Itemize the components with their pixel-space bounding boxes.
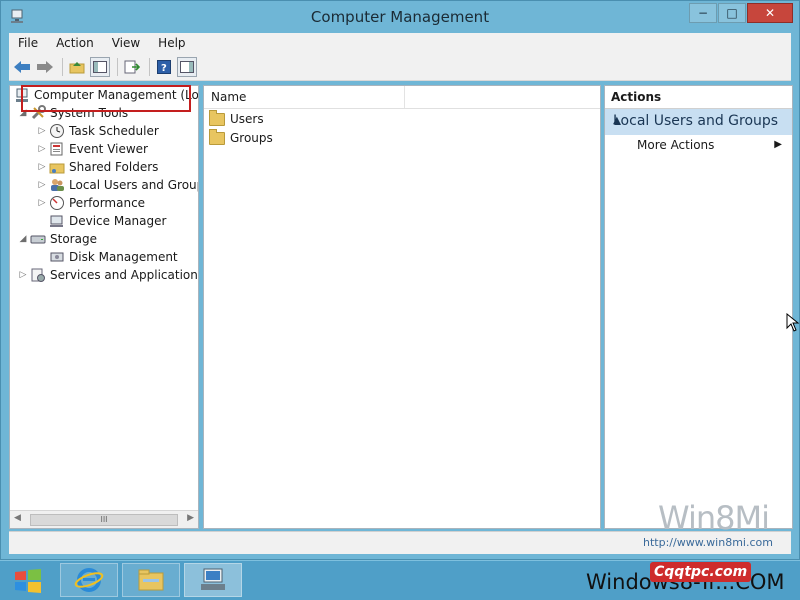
tree-item-label: Disk Management (69, 250, 178, 264)
shared-folder-icon (49, 159, 65, 175)
menu-action[interactable]: Action (47, 36, 103, 50)
help-icon[interactable]: ? (154, 57, 174, 77)
services-icon (30, 267, 46, 283)
column-divider[interactable] (404, 86, 405, 108)
actions-header: Actions (605, 86, 792, 109)
collapse-up-icon[interactable]: ▲ (613, 115, 784, 126)
close-button[interactable]: ✕ (747, 3, 793, 23)
show-hide-action-pane-icon[interactable] (177, 56, 197, 77)
performance-gauge-icon (49, 195, 65, 211)
taskbar-file-explorer[interactable] (122, 563, 180, 597)
list-item-groups[interactable]: Groups (209, 128, 273, 147)
toolbar: ? (9, 53, 791, 81)
menu-bar: File Action View Help (9, 33, 791, 53)
highlight-box (21, 85, 191, 112)
mouse-cursor-icon (786, 313, 800, 332)
tree-item-storage[interactable]: ◢ Storage (18, 230, 97, 248)
watermark-url: http://www.win8mi.com (643, 536, 773, 549)
event-viewer-icon (49, 141, 65, 157)
internet-explorer-icon (74, 568, 104, 592)
submenu-arrow-icon[interactable]: ▶ (774, 139, 782, 150)
scrollbar-thumb[interactable]: III (30, 514, 178, 526)
window-title: Computer Management (310, 8, 490, 26)
actions-pane: Actions Local Users and Groups ▲ More Ac… (604, 85, 793, 529)
list-item-label: Groups (230, 131, 273, 145)
up-folder-icon[interactable] (67, 57, 87, 77)
taskbar-internet-explorer[interactable] (60, 563, 118, 597)
folder-icon (209, 128, 225, 145)
actions-section-local-users-and-groups[interactable]: Local Users and Groups ▲ (605, 109, 792, 135)
tree-item-device-manager[interactable]: Device Manager (37, 212, 166, 230)
forward-arrow-icon[interactable] (35, 57, 55, 77)
menu-help[interactable]: Help (149, 36, 194, 50)
folder-icon (209, 109, 225, 126)
windows-logo-icon (15, 569, 41, 593)
tree-item-services-and-applications[interactable]: ▷ Services and Applications (18, 266, 199, 284)
title-bar[interactable]: Computer Management − □ ✕ (1, 1, 799, 33)
menu-file[interactable]: File (9, 36, 47, 50)
disk-management-icon (49, 249, 65, 265)
toolbar-separator (149, 57, 150, 76)
tree-item-label: Event Viewer (69, 142, 148, 156)
taskbar-computer-management[interactable] (184, 563, 242, 597)
device-manager-icon (49, 213, 65, 229)
tree-item-performance[interactable]: ▷ Performance (37, 194, 145, 212)
tree-item-label: Shared Folders (69, 160, 159, 174)
export-list-icon[interactable] (122, 57, 142, 77)
expand-triangle-icon[interactable]: ▷ (18, 270, 28, 280)
name-column-header[interactable]: Name (211, 90, 246, 104)
start-button[interactable] (6, 565, 50, 597)
expand-triangle-icon[interactable]: ▷ (37, 180, 47, 190)
column-header-row: Name (204, 86, 600, 109)
back-arrow-icon[interactable] (12, 57, 32, 77)
watermark-brand: Win8Mi (658, 499, 770, 537)
menu-view[interactable]: View (103, 36, 149, 50)
storage-icon (30, 231, 46, 247)
watermark-logo: Cqqtpc.com (650, 562, 752, 582)
expand-triangle-icon[interactable]: ▷ (37, 126, 47, 136)
expand-triangle-icon[interactable]: ▷ (37, 198, 47, 208)
tree-item-shared-folders[interactable]: ▷ Shared Folders (37, 158, 159, 176)
tree-item-label: Storage (50, 232, 97, 246)
expand-triangle-icon[interactable]: ▷ (37, 162, 47, 172)
more-actions-link[interactable]: More Actions (637, 138, 714, 152)
users-icon (49, 177, 65, 193)
maximize-button[interactable]: □ (718, 3, 746, 23)
list-item-users[interactable]: Users (209, 109, 264, 128)
tree-item-label: Performance (69, 196, 146, 210)
horizontal-scrollbar[interactable]: ◀ III ▶ (10, 510, 198, 528)
actions-title: Actions (611, 90, 662, 104)
computer-management-icon (201, 568, 225, 590)
tree-item-label: Services and Applications (50, 268, 199, 282)
collapse-triangle-icon[interactable]: ◢ (18, 234, 28, 244)
clock-icon (49, 123, 65, 139)
scroll-left-icon[interactable]: ◀ (14, 513, 21, 523)
tree-item-task-scheduler[interactable]: ▷ Task Scheduler (37, 122, 159, 140)
tree-item-label: Device Manager (69, 214, 167, 228)
tree-item-label: Local Users and Groups (69, 178, 199, 192)
scroll-right-icon[interactable]: ▶ (187, 513, 194, 523)
expand-triangle-icon[interactable]: ▷ (37, 144, 47, 154)
console-tree-pane: Computer Management (Local ◢ System Tool… (9, 85, 199, 529)
results-pane: Name Users Groups (203, 85, 601, 529)
list-item-label: Users (230, 112, 264, 126)
svg-text:?: ? (161, 63, 167, 74)
tree-item-label: Task Scheduler (69, 124, 159, 138)
main-window: Computer Management − □ ✕ File Action Vi… (0, 0, 800, 560)
tree-item-local-users-and-groups[interactable]: ▷ Local Users and Groups (37, 176, 199, 194)
toolbar-separator (62, 57, 63, 76)
tree-item-event-viewer[interactable]: ▷ Event Viewer (37, 140, 148, 158)
minimize-button[interactable]: − (689, 3, 717, 23)
show-hide-console-tree-icon[interactable] (90, 56, 110, 77)
toolbar-separator (117, 57, 118, 76)
tree-item-disk-management[interactable]: Disk Management (37, 248, 178, 266)
file-explorer-icon (138, 569, 164, 591)
